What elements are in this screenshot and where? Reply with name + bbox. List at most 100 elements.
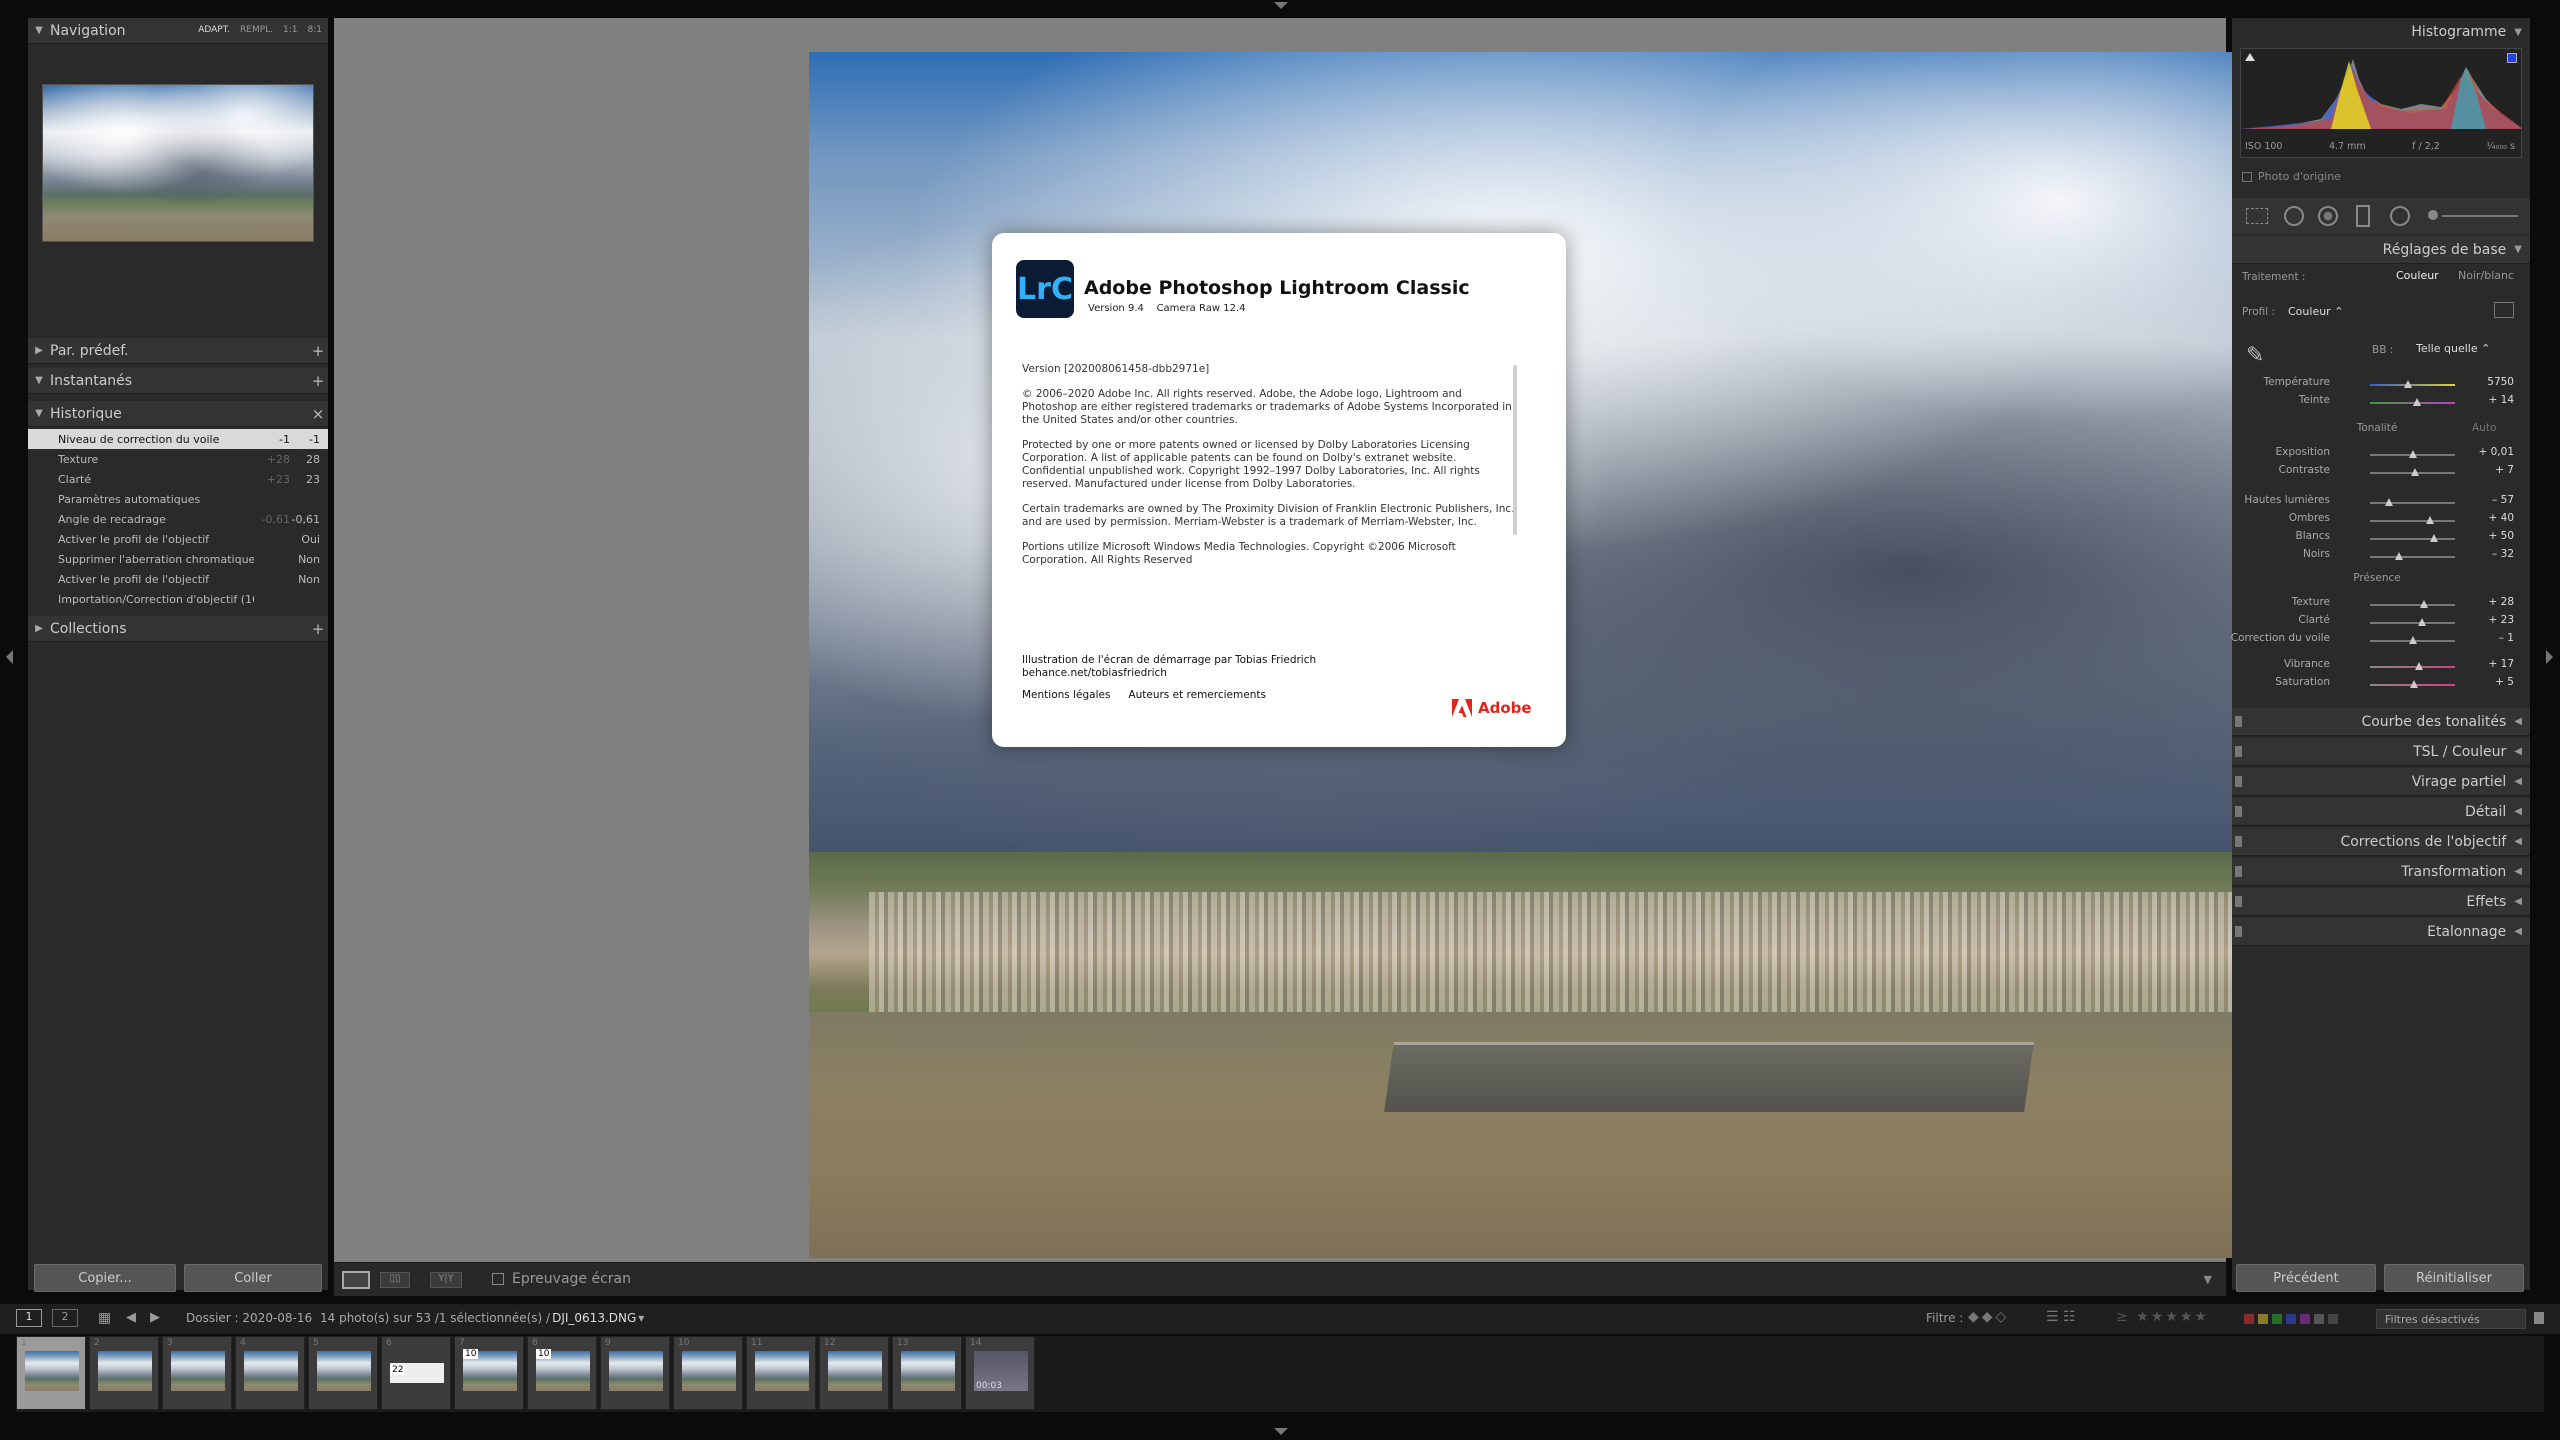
slider-row[interactable]: Contraste + 7 <box>2232 464 2530 482</box>
license-scrollbar[interactable] <box>1513 365 1517 535</box>
zoom-mode-1-1[interactable]: 1:1 <box>283 25 297 35</box>
slider-row[interactable]: Température 5750 <box>2232 376 2530 394</box>
slider-row[interactable]: Hautes lumières – 57 <box>2232 494 2530 512</box>
history-item[interactable]: Niveau de correction du voile -1 -1 <box>28 429 328 449</box>
collapse-right-icon[interactable] <box>2546 650 2553 664</box>
history-item[interactable]: Paramètres automatiques <box>28 489 328 509</box>
flag-filter-icons[interactable]: ◆◆◇ <box>1968 1309 2009 1325</box>
wb-select[interactable]: Telle quelle ⌃ <box>2416 342 2490 355</box>
credits-link[interactable]: Auteurs et remerciements <box>1128 689 1266 701</box>
slider-track[interactable] <box>2370 384 2455 386</box>
slider-value[interactable]: + 17 <box>2474 658 2515 670</box>
histogram[interactable]: ISO 100 4.7 mm f / 2,2 ¹⁄₄₀₀₀ s <box>2240 48 2522 158</box>
section-switch-icon[interactable] <box>2235 776 2242 787</box>
add-preset-icon[interactable]: + <box>308 342 328 360</box>
crop-tool-icon[interactable] <box>2246 208 2268 224</box>
snapshots-header[interactable]: ▼ Instantanés + <box>28 368 328 394</box>
graduated-filter-icon[interactable] <box>2356 205 2370 227</box>
edit-filter-icons[interactable]: ☰ ☷ <box>2046 1309 2076 1325</box>
slider-track[interactable] <box>2370 538 2455 540</box>
slider-row[interactable]: Blancs + 50 <box>2232 530 2530 548</box>
slider-knob[interactable] <box>2412 398 2421 406</box>
collapse-bottom-icon[interactable] <box>1274 1428 1288 1435</box>
loupe-view[interactable]: LrC Adobe Photoshop Lightroom Classic Ve… <box>334 18 2419 1273</box>
slider-value[interactable]: + 23 <box>2474 614 2515 626</box>
clear-history-icon[interactable]: × <box>308 405 328 423</box>
paste-settings-button[interactable]: Coller <box>184 1264 322 1292</box>
green-label-icon[interactable] <box>2272 1314 2282 1324</box>
slider-value[interactable]: – 1 <box>2474 632 2514 644</box>
filmstrip-thumbnail[interactable]: 4 <box>235 1336 305 1410</box>
no-label-icon[interactable] <box>2328 1314 2338 1324</box>
slider-row[interactable]: Ombres + 40 <box>2232 512 2530 530</box>
navigator-preview[interactable] <box>42 84 314 242</box>
brush-icon[interactable] <box>2428 210 2438 220</box>
section-switch-icon[interactable] <box>2235 806 2242 817</box>
filmstrip[interactable]: 1 2 3 4 5 6 22 7 10 8 10 9 10 11 12 13 14 00:03 <box>16 1336 2544 1412</box>
slider-track[interactable] <box>2370 604 2455 606</box>
history-item[interactable]: Activer le profil de l'objectif Oui <box>28 529 328 549</box>
slider-knob[interactable] <box>2410 680 2419 688</box>
history-item[interactable]: Activer le profil de l'objectif Non <box>28 569 328 589</box>
section-switch-icon[interactable] <box>2235 716 2242 727</box>
slider-row[interactable]: Teinte + 14 <box>2232 394 2530 412</box>
highlight-clipping-icon[interactable] <box>2507 53 2517 63</box>
color-label-filters[interactable] <box>2244 1314 2338 1324</box>
slider-row[interactable]: Noirs – 32 <box>2232 548 2530 566</box>
stack-count-badge[interactable]: 22 <box>390 1365 406 1375</box>
slider-track[interactable] <box>2370 666 2455 668</box>
slider-track[interactable] <box>2370 520 2455 522</box>
slider-knob[interactable] <box>2417 618 2426 626</box>
filmstrip-thumbnail[interactable]: 1 <box>16 1336 86 1410</box>
loupe-view-icon[interactable] <box>342 1271 370 1289</box>
slider-value[interactable]: + 14 <box>2474 394 2515 406</box>
collapse-left-icon[interactable] <box>6 650 13 664</box>
filmstrip-thumbnail[interactable]: 3 <box>162 1336 232 1410</box>
slider-track[interactable] <box>2370 556 2455 558</box>
slider-row[interactable]: Exposition + 0,01 <box>2232 446 2530 464</box>
red-eye-icon[interactable] <box>2318 206 2338 226</box>
slider-knob[interactable] <box>2415 662 2424 670</box>
back-arrow-icon[interactable]: ◀ <box>126 1310 136 1325</box>
section-switch-icon[interactable] <box>2235 896 2242 907</box>
basic-header[interactable]: Réglages de base ▼ <box>2232 236 2530 264</box>
stack-count-badge[interactable]: 10 <box>536 1349 552 1359</box>
grid-view-icon[interactable]: ▦ <box>98 1310 111 1326</box>
slider-knob[interactable] <box>2408 636 2417 644</box>
folder-source[interactable]: Dossier : 2020-08-16 <box>186 1311 312 1325</box>
slider-value[interactable]: + 28 <box>2474 596 2515 608</box>
soft-proof-checkbox[interactable] <box>492 1273 504 1285</box>
before-after-icon[interactable]: Y|Y <box>430 1272 462 1288</box>
radial-filter-icon[interactable] <box>2390 206 2410 226</box>
purple-label-icon[interactable] <box>2300 1314 2310 1324</box>
section-header[interactable]: Corrections de l'objectif ◀ <box>2232 828 2530 856</box>
section-switch-icon[interactable] <box>2235 926 2242 937</box>
original-photo-checkbox[interactable] <box>2242 172 2252 182</box>
history-item[interactable]: Angle de recadrage -0,61 -0,61 <box>28 509 328 529</box>
auto-tone-button[interactable]: Auto <box>2472 422 2496 434</box>
filmstrip-thumbnail[interactable]: 5 <box>308 1336 378 1410</box>
treatment-color[interactable]: Couleur <box>2396 269 2439 282</box>
history-item[interactable]: Texture +28 28 <box>28 449 328 469</box>
selected-filename[interactable]: DJI_0613.DNG <box>552 1311 636 1325</box>
slider-knob[interactable] <box>2394 552 2403 560</box>
copy-settings-button[interactable]: Copier... <box>34 1264 176 1292</box>
history-item[interactable]: Importation/Correction d'objectif (16/08… <box>28 589 328 609</box>
license-text[interactable]: Version [202008061458-dbb2971e] © 2006–2… <box>1022 363 1518 613</box>
slider-row[interactable]: Clarté + 23 <box>2232 614 2530 632</box>
slider-value[interactable]: – 57 <box>2474 494 2514 506</box>
slider-track[interactable] <box>2370 502 2455 504</box>
navigation-header[interactable]: ▼ Navigation ADAPT. REMPL. 1:1 8:1 <box>28 18 328 44</box>
slider-value[interactable]: + 5 <box>2474 676 2514 688</box>
toolbar-menu-icon[interactable]: ▼ <box>2204 1273 2212 1286</box>
filmstrip-thumbnail[interactable]: 6 22 <box>381 1336 451 1410</box>
filmstrip-thumbnail[interactable]: 9 <box>600 1336 670 1410</box>
section-switch-icon[interactable] <box>2235 746 2242 757</box>
presets-header[interactable]: ▶ Par. prédef. + <box>28 338 328 364</box>
red-label-icon[interactable] <box>2244 1314 2254 1324</box>
slider-knob[interactable] <box>2384 498 2393 506</box>
filmstrip-thumbnail[interactable]: 7 10 <box>454 1336 524 1410</box>
treatment-bw[interactable]: Noir/blanc <box>2458 269 2514 282</box>
collections-header[interactable]: ▶ Collections + <box>28 616 328 642</box>
section-header[interactable]: Détail ◀ <box>2232 798 2530 826</box>
